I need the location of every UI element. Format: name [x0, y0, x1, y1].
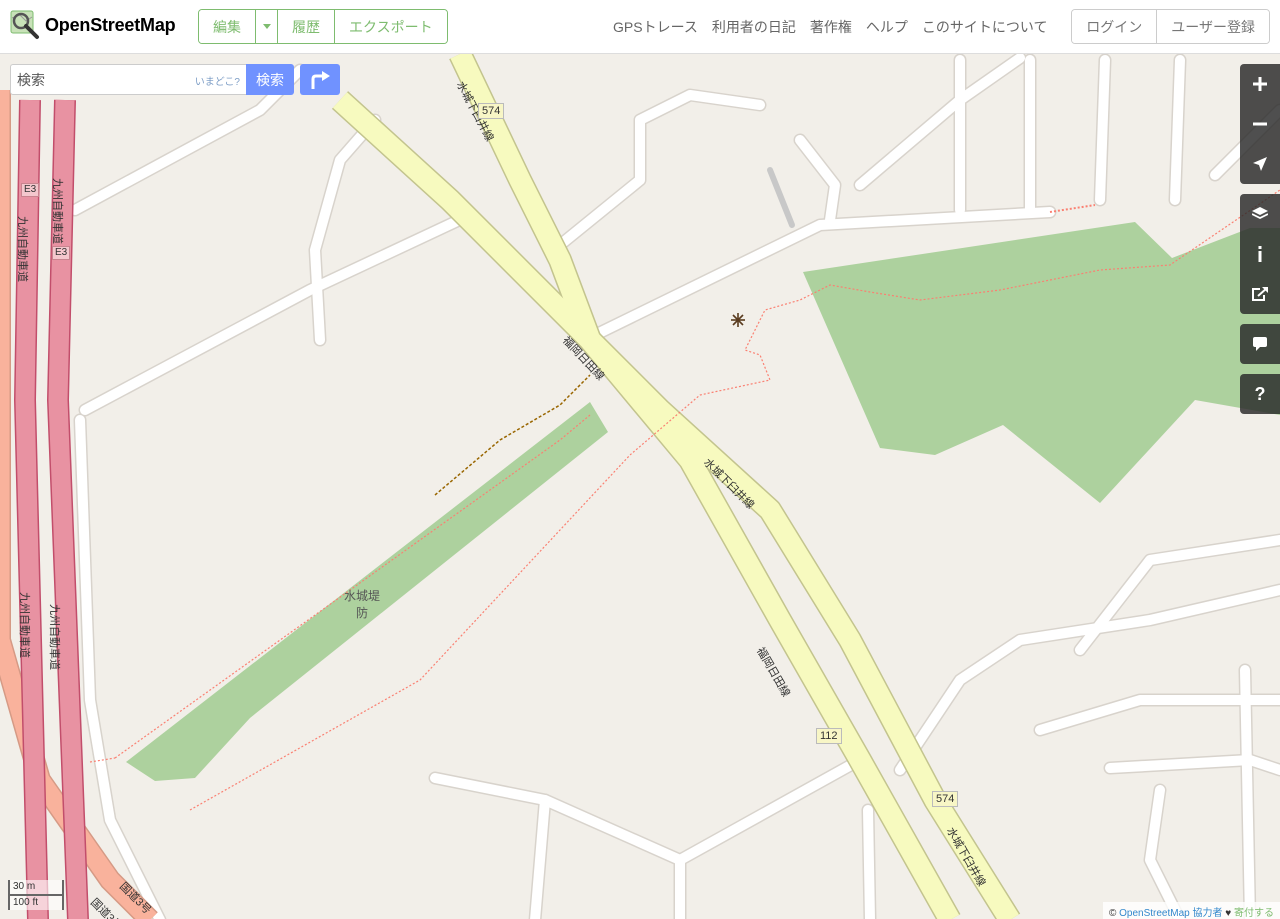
road-label-kyushu-b: 九州自動車道 [51, 178, 63, 244]
where-am-i-link[interactable]: いまどこ? [195, 73, 240, 88]
zoom-out-button[interactable] [1240, 104, 1280, 144]
brand-link[interactable]: OpenStreetMap [10, 10, 176, 40]
road-label-kyushu-d: 九州自動車道 [48, 604, 60, 670]
route-shield-574-low: 574 [932, 791, 959, 807]
locate-button[interactable] [1240, 144, 1280, 184]
comment-icon [1253, 337, 1267, 351]
edit-history-export-group: 編集 履歴 エクスポート [198, 9, 448, 44]
secondary-nav: GPSトレース 利用者の日記 著作権 ヘルプ このサイトについて [613, 17, 1047, 37]
nav-gps-traces[interactable]: GPSトレース [613, 17, 698, 37]
plus-icon [1253, 77, 1267, 91]
route-shield-112: 112 [816, 728, 842, 744]
info-icon [1258, 246, 1262, 262]
scale-bar: 30 m 100 ft [8, 880, 64, 910]
donate-link[interactable]: 寄付する [1234, 908, 1274, 919]
login-button[interactable]: ログイン [1072, 10, 1158, 43]
map-canvas[interactable]: 水城下臼井線 福岡日田線 水城下臼井線 福岡日田線 水城下臼井線 九州自動車道 … [0, 54, 1280, 919]
layers-button[interactable] [1240, 194, 1280, 234]
directions-button[interactable] [300, 64, 340, 95]
export-button[interactable]: エクスポート [335, 10, 447, 43]
zoom-in-button[interactable] [1240, 64, 1280, 104]
layers-icon [1252, 207, 1268, 220]
service-road [767, 167, 795, 228]
top-header: OpenStreetMap 編集 履歴 エクスポート GPSトレース 利用者の日… [0, 0, 1280, 54]
zoom-controls [1240, 64, 1280, 184]
layer-controls [1240, 194, 1280, 314]
directions-icon [311, 70, 330, 89]
search-box: いまどこ? [10, 64, 246, 95]
edit-dropdown-button[interactable] [256, 10, 278, 43]
osm-link[interactable]: OpenStreetMap [1119, 908, 1190, 919]
share-icon [1252, 287, 1268, 301]
nav-help[interactable]: ヘルプ [866, 17, 908, 37]
brand-name: OpenStreetMap [45, 14, 176, 35]
minus-icon [1253, 122, 1267, 126]
route-shield-e3-b: E3 [52, 246, 71, 260]
nav-copyright[interactable]: 著作権 [810, 17, 852, 37]
share-button[interactable] [1240, 274, 1280, 314]
forest-area-east [803, 222, 1280, 503]
road-label-kyushu-c: 九州自動車道 [18, 592, 30, 658]
account-group: ログイン ユーザー登録 [1071, 9, 1270, 44]
add-note-button[interactable] [1240, 324, 1280, 364]
query-features-button[interactable]: ? [1240, 374, 1280, 414]
osm-logo-icon [10, 10, 40, 40]
history-button[interactable]: 履歴 [278, 10, 335, 43]
note-controls [1240, 324, 1280, 364]
chevron-down-icon [262, 24, 271, 29]
heart-icon: ♥ [1225, 908, 1232, 919]
route-shield-e3-a: E3 [21, 183, 40, 197]
road-label-kyushu-a: 九州自動車道 [16, 216, 28, 282]
park-label: 水城堤防 [343, 589, 380, 620]
signup-button[interactable]: ユーザー登録 [1157, 10, 1269, 43]
nav-user-diaries[interactable]: 利用者の日記 [712, 17, 796, 37]
route-shield-574-top: 574 [478, 103, 505, 119]
attribution: © OpenStreetMap 協力者 ♥ 寄付する [1102, 902, 1280, 919]
map-svg [0, 54, 1280, 919]
contributors-link[interactable]: 協力者 [1193, 908, 1223, 919]
nav-about[interactable]: このサイトについて [922, 17, 1048, 37]
query-controls: ? [1240, 374, 1280, 414]
question-icon: ? [1254, 383, 1266, 404]
map-key-button[interactable] [1240, 234, 1280, 274]
edit-button[interactable]: 編集 [199, 10, 256, 43]
poi-marker-icon [731, 313, 745, 327]
copyright-symbol: © [1108, 908, 1117, 919]
scale-imperial: 100 ft [8, 894, 64, 910]
search-button[interactable]: 検索 [246, 64, 294, 95]
location-arrow-icon [1253, 157, 1267, 171]
search-bar: いまどこ? 検索 [10, 64, 340, 95]
